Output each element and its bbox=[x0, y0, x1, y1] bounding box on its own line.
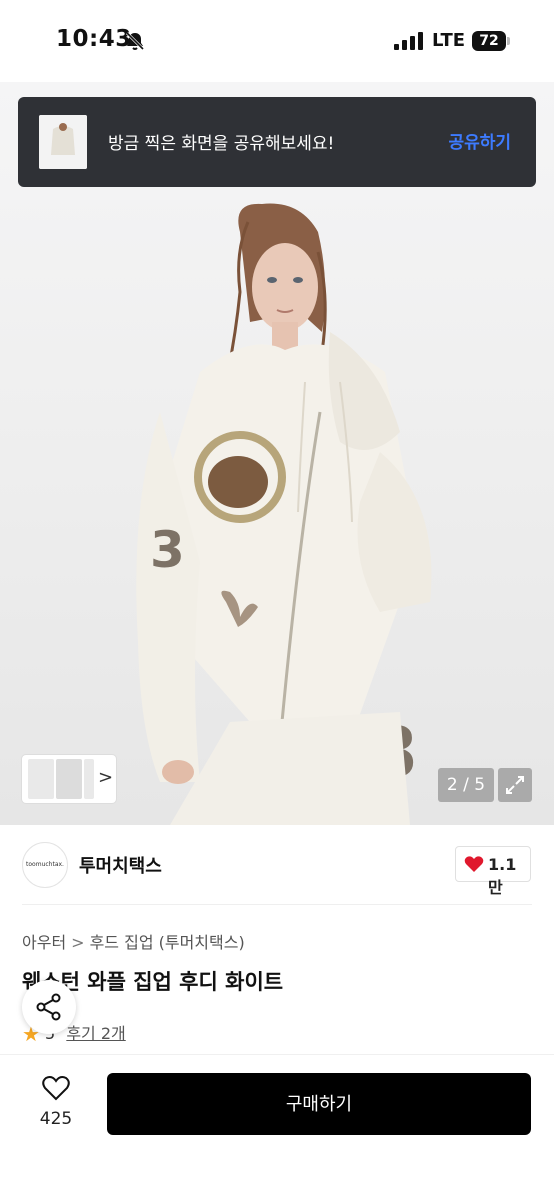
breadcrumb-category[interactable]: 아우터 bbox=[22, 933, 66, 952]
reviews-link[interactable]: 후기 2개 bbox=[66, 1024, 125, 1043]
heart-outline-icon bbox=[42, 1076, 70, 1101]
wishlist-button[interactable]: 425 bbox=[32, 1075, 80, 1135]
like-count: 1.1만 bbox=[488, 855, 517, 897]
breadcrumb-separator: > bbox=[71, 933, 85, 952]
svg-text:3: 3 bbox=[150, 521, 185, 579]
product-photo: 3 3 bbox=[136, 203, 432, 825]
chevron-right-icon[interactable]: > bbox=[98, 767, 113, 788]
status-time: 10:43 bbox=[56, 26, 132, 52]
toast-message: 방금 찍은 화면을 공유해보세요! bbox=[108, 134, 335, 154]
share-button[interactable] bbox=[22, 980, 76, 1034]
screenshot-thumbnail[interactable] bbox=[39, 115, 87, 169]
heart-icon bbox=[464, 856, 484, 872]
thumbnail-1[interactable] bbox=[28, 759, 54, 799]
product-image-gallery[interactable]: 3 3 bbox=[0, 82, 554, 825]
signal-icon bbox=[394, 32, 424, 50]
battery-icon: 72 bbox=[472, 31, 506, 51]
like-button[interactable]: 1.1만 bbox=[455, 846, 531, 897]
share-icon bbox=[36, 993, 61, 1021]
breadcrumb-subcategory[interactable]: 후드 집업 (투머치택스) bbox=[90, 933, 245, 952]
thumbnail-strip[interactable]: > bbox=[22, 755, 116, 803]
share-now-button[interactable]: 공유하기 bbox=[448, 128, 511, 153]
wishlist-count: 425 bbox=[39, 1109, 73, 1129]
expand-icon[interactable] bbox=[498, 768, 532, 802]
image-page-counter: 2 / 5 bbox=[438, 768, 494, 802]
network-label: LTE bbox=[432, 30, 466, 51]
seller-logo[interactable]: toomuchtax. bbox=[22, 842, 68, 888]
divider bbox=[22, 904, 532, 905]
breadcrumb: 아우터 > 후드 집업 (투머치택스) bbox=[22, 929, 245, 953]
thumbnail-2[interactable] bbox=[56, 759, 82, 799]
battery-tip bbox=[507, 37, 510, 45]
buy-button[interactable]: 구매하기 bbox=[107, 1073, 531, 1135]
seller-name[interactable]: 투머치택스 bbox=[79, 852, 162, 878]
share-toast: 방금 찍은 화면을 공유해보세요! 공유하기 bbox=[18, 97, 536, 187]
thumbnail-3[interactable] bbox=[84, 759, 94, 799]
status-bar: 10:43 LTE 72 bbox=[0, 0, 554, 82]
bell-slash-icon bbox=[125, 31, 145, 51]
